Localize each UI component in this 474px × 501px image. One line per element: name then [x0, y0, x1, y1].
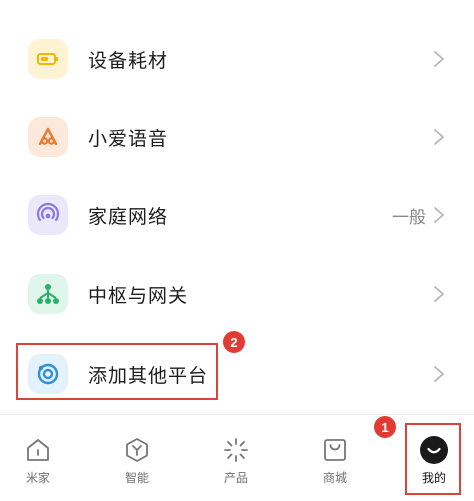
shop-icon: [320, 435, 350, 465]
tab-shop[interactable]: 商城: [305, 435, 365, 495]
bottom-tab-bar: 米家 智能 产品 商城 我的: [0, 415, 474, 501]
platform-icon: [28, 354, 68, 394]
settings-row-label: 小爱语音: [88, 127, 169, 150]
smart-icon: [122, 435, 152, 465]
network-quality-value: 一般: [392, 207, 426, 228]
tab-home[interactable]: 米家: [8, 435, 68, 495]
chevron-right-icon: [430, 128, 448, 146]
chevron-right-icon: [430, 50, 448, 68]
chevron-right-icon: [430, 206, 448, 224]
settings-row-label: 家庭网络: [88, 205, 169, 228]
xiaoai-icon: [28, 117, 68, 157]
tab-label: 产品: [223, 471, 248, 485]
tab-smart[interactable]: 智能: [107, 435, 167, 495]
tab-product[interactable]: 产品: [206, 435, 266, 495]
annotation-badge-2: 2: [223, 331, 245, 353]
annotation-badge-1: 1: [374, 416, 396, 438]
chevron-right-icon: [430, 365, 448, 383]
product-icon: [221, 435, 251, 465]
tab-label: 智能: [124, 471, 149, 485]
home-icon: [23, 435, 53, 465]
settings-row-home-network[interactable]: 家庭网络 一般: [0, 180, 474, 250]
chevron-right-icon: [430, 285, 448, 303]
tab-label: 米家: [25, 471, 50, 485]
settings-row-hub-gateway[interactable]: 中枢与网关: [0, 259, 474, 329]
wifi-signal-icon: [28, 195, 68, 235]
tab-label: 我的: [421, 471, 446, 485]
settings-row-label: 添加其他平台: [88, 364, 209, 387]
tab-label: 商城: [322, 471, 347, 485]
settings-row-xiaoai-voice[interactable]: 小爱语音: [0, 102, 474, 172]
tab-profile[interactable]: 我的: [404, 435, 464, 495]
settings-row-label: 设备耗材: [88, 49, 169, 72]
settings-row-consumables[interactable]: 设备耗材: [0, 24, 474, 94]
battery-icon: [28, 39, 68, 79]
settings-row-label: 中枢与网关: [88, 284, 189, 307]
profile-icon: [419, 435, 449, 465]
hub-icon: [28, 274, 68, 314]
